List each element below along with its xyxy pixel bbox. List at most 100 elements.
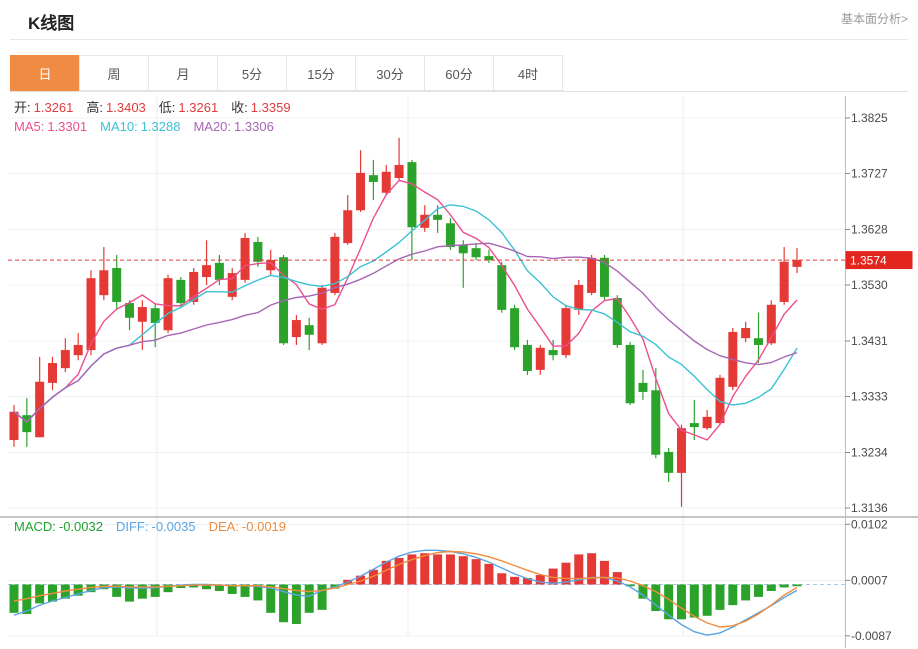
macd-bar [446,554,455,584]
candle-body [484,256,493,260]
ma-row-item-1: MA10:1.3288 [100,119,180,134]
macd-axis-label: -0.0087 [851,629,892,643]
ma-row-item-2: MA20:1.3306 [193,119,273,134]
macd-row-item-0: MACD:-0.0032 [14,519,103,534]
ohlc-row-item-0: 开:1.3261 [14,100,73,115]
macd-bar [459,556,468,584]
candle-body [613,298,622,345]
candle-body [369,175,378,182]
ma20-line [14,243,797,422]
macd-bar [600,561,609,585]
macd-bar [754,585,763,597]
macd-bar [497,573,506,584]
candle-body [433,215,442,220]
candle-body [587,258,596,293]
candle-body [343,210,352,243]
candle-body [459,245,468,253]
macd-axis-label: 0.0102 [851,517,888,531]
candle-body [318,288,327,343]
candle-body [138,307,147,322]
candle-body [241,238,250,280]
macd-axis-label: 0.0007 [851,573,888,587]
candle-body [638,383,647,392]
candle-body [176,280,185,303]
candle-body [792,260,801,267]
macd-row-item-1: DIFF:-0.0035 [116,519,196,534]
macd-bar [587,553,596,584]
candle-body [253,242,262,262]
macd-bar [792,585,801,587]
price-axis-label: 1.3727 [851,166,888,180]
candle-body [215,263,224,280]
ohlc-row-item-1: 高:1.3403 [86,100,145,115]
macd-bar [715,585,724,610]
candle-body [472,248,481,257]
macd-readout: MACD:-0.0032 DIFF:-0.0035 DEA:-0.0019 [14,519,299,534]
price-axis-label: 1.3825 [851,111,888,125]
macd-bar [395,558,404,585]
macd-bar [703,585,712,616]
candle-body [125,303,134,318]
price-axis-label: 1.3431 [851,334,888,348]
price-axis-label: 1.3234 [851,446,888,460]
macd-bar [305,585,314,613]
ohlc-readout: 开:1.3261 高:1.3403 低:1.3261 收:1.3359 [14,97,304,116]
price-axis-label: 1.3530 [851,278,888,292]
candle-body [741,328,750,338]
candle-body [10,412,19,440]
macd-bar [690,585,699,618]
candle-body [510,308,519,347]
candle-body [395,165,404,178]
candle-body [61,350,70,368]
ma-readout: MA5:1.3301 MA10:1.3288 MA20:1.3306 [14,119,287,134]
candle-body [356,173,365,210]
candle-body [690,423,699,427]
candle-body [74,345,83,355]
macd-bar [318,585,327,610]
macd-bar [741,585,750,601]
macd-bar [420,553,429,584]
price-axis-label: 1.3628 [851,223,888,237]
candle-body [228,273,237,297]
macd-bar [767,585,776,591]
macd-bar [433,554,442,584]
candle-body [703,417,712,428]
candle-body [523,345,532,371]
candle-body [202,265,211,277]
kline-module: K线图 基本面分析> 日周月5分15分30分60分4时 1.38251.3727… [0,0,918,649]
ohlc-row-item-3: 收:1.3359 [231,100,290,115]
candle-body [48,363,57,383]
candle-body [780,262,789,302]
candle-body [292,320,301,337]
macd-bar [10,585,19,613]
candle-body [497,265,506,310]
macd-bar [677,585,686,620]
candle-body [574,285,583,310]
current-price-badge-label: 1.3574 [850,254,887,268]
price-axis-label: 1.3136 [851,501,888,515]
candle-body [99,270,108,295]
candle-body [664,452,673,473]
macd-bar [780,585,789,588]
candle-body [536,348,545,370]
candle-body [754,338,763,345]
macd-bar [510,577,519,585]
candle-body [305,325,314,335]
candle-body [677,428,686,473]
macd-bar [484,564,493,585]
candle-body [164,278,173,330]
candle-body [382,172,391,193]
candle-body [446,223,455,247]
ohlc-row-item-2: 低:1.3261 [159,100,218,115]
candle-body [549,350,558,355]
ma-row-item-0: MA5:1.3301 [14,119,87,134]
macd-bar [728,585,737,606]
macd-row-item-2: DEA:-0.0019 [209,519,286,534]
candle-body [407,162,416,227]
macd-bar [472,559,481,584]
price-axis-label: 1.3333 [851,389,888,403]
candle-body [626,345,635,403]
candle-body [600,258,609,297]
candle-body [651,390,660,455]
candle-body [112,268,121,302]
